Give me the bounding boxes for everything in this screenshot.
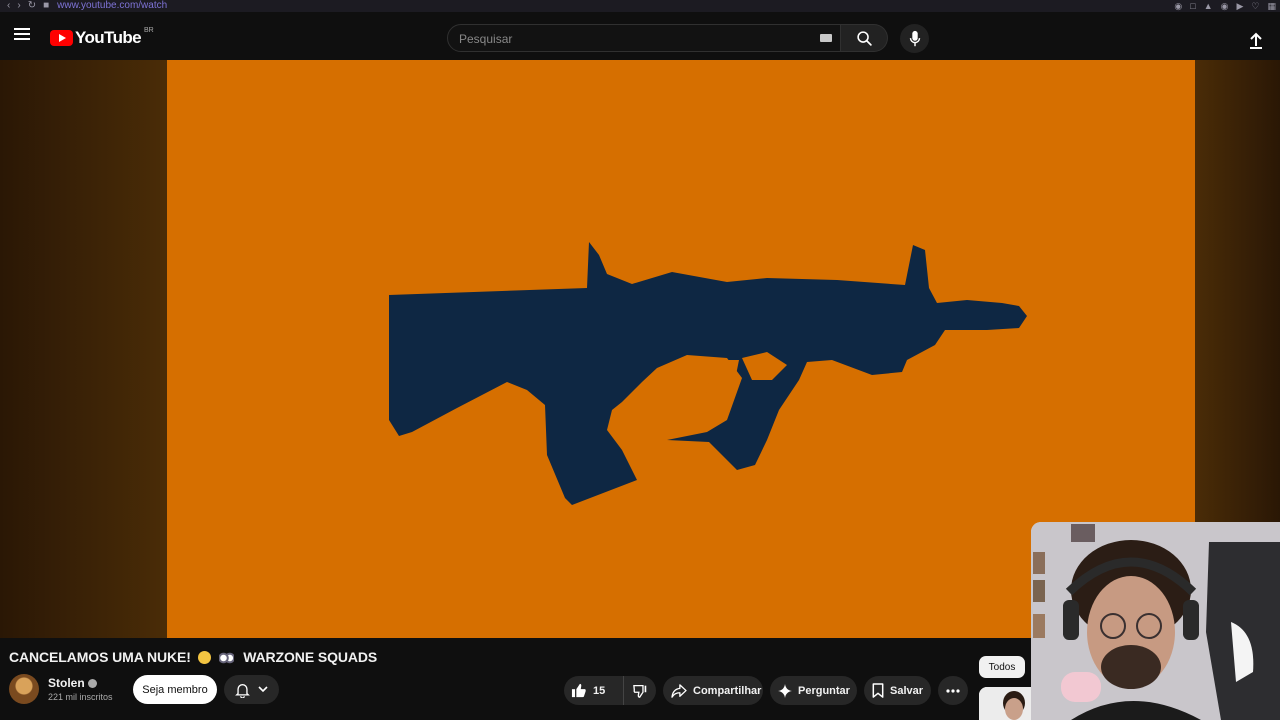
ask-button[interactable]: Perguntar — [770, 676, 857, 705]
extensions-icon[interactable]: ▦ — [1267, 0, 1276, 12]
keyboard-icon[interactable] — [820, 34, 832, 42]
share-label: Compartilhar — [693, 684, 762, 697]
flushed-emoji-icon — [197, 651, 211, 664]
streamer-face — [1031, 522, 1280, 720]
webcam-overlay — [1031, 522, 1280, 720]
search-box — [447, 24, 841, 53]
thumbs-up-icon — [571, 683, 586, 698]
bell-icon — [235, 683, 250, 698]
ask-label: Perguntar — [798, 684, 850, 697]
subscriber-count: 221 mil inscritos — [48, 692, 113, 702]
logo-text: YouTube — [75, 28, 142, 47]
eyes-emoji-icon — [219, 652, 235, 664]
voice-search-button[interactable] — [900, 24, 929, 53]
thumbnail-image — [979, 687, 1031, 720]
share-icon — [671, 683, 687, 698]
channel-name-link[interactable]: Stolen — [48, 676, 97, 690]
recommended-video-thumbnail[interactable] — [979, 687, 1031, 720]
channel-name: Stolen — [48, 676, 85, 690]
more-actions-button[interactable] — [938, 676, 968, 705]
dislike-button[interactable] — [624, 684, 656, 698]
upload-icon[interactable] — [1246, 31, 1266, 56]
channel-avatar[interactable] — [9, 674, 39, 704]
reload-icon[interactable]: ↻ — [28, 0, 36, 12]
thumbs-down-icon — [632, 684, 646, 698]
youtube-logo[interactable]: YouTube BR — [50, 26, 154, 48]
chip-all[interactable]: Todos — [979, 656, 1025, 678]
join-button[interactable]: Seja membro — [133, 675, 217, 704]
youtube-header: YouTube BR — [0, 12, 1280, 60]
video-title-part2: WARZONE SQUADS — [243, 649, 378, 665]
microphone-icon — [909, 30, 920, 46]
shield-icon[interactable]: ▲ — [1204, 0, 1213, 12]
screenshot-icon[interactable]: □ — [1190, 0, 1195, 12]
heart-icon[interactable]: ♡ — [1251, 0, 1259, 12]
share-button[interactable]: Compartilhar — [663, 676, 763, 705]
forward-icon[interactable]: › — [17, 0, 20, 12]
lock-icon: ■ — [43, 0, 50, 11]
search-icon — [856, 30, 872, 46]
notifications-button[interactable] — [224, 675, 279, 704]
play-icon[interactable]: ▶ — [1236, 0, 1243, 12]
save-label: Salvar — [890, 684, 924, 697]
country-code: BR — [144, 26, 154, 34]
verified-icon — [87, 679, 97, 688]
search-button[interactable] — [841, 24, 888, 52]
video-letterbox-left — [0, 60, 167, 638]
bookmark-icon — [872, 683, 884, 698]
browser-extensions: ◉ □ ▲ ◉ ▶ ♡ ▦ — [1174, 0, 1276, 12]
video-title: CANCELAMOS UMA NUKE! WARZONE SQUADS — [9, 649, 377, 665]
like-dislike-group: 15 — [564, 676, 656, 705]
record-icon[interactable]: ◉ — [1221, 0, 1229, 12]
save-button[interactable]: Salvar — [864, 676, 931, 705]
search-input[interactable] — [448, 25, 821, 53]
youtube-play-icon — [50, 30, 73, 46]
like-count: 15 — [593, 684, 606, 697]
browser-toolbar: ‹ › ↻ ■ www.youtube.com/watch ◉ □ ▲ ◉ ▶ … — [0, 0, 1280, 12]
sparkle-icon — [778, 683, 792, 698]
more-horizontal-icon — [946, 688, 960, 693]
pin-icon[interactable]: ◉ — [1174, 0, 1182, 12]
video-title-part1: CANCELAMOS UMA NUKE! — [9, 649, 191, 665]
back-icon[interactable]: ‹ — [7, 0, 10, 12]
like-button[interactable]: 15 — [564, 676, 624, 705]
menu-icon[interactable] — [14, 25, 34, 45]
address-bar[interactable]: www.youtube.com/watch — [57, 0, 167, 12]
chevron-down-icon — [258, 686, 268, 693]
